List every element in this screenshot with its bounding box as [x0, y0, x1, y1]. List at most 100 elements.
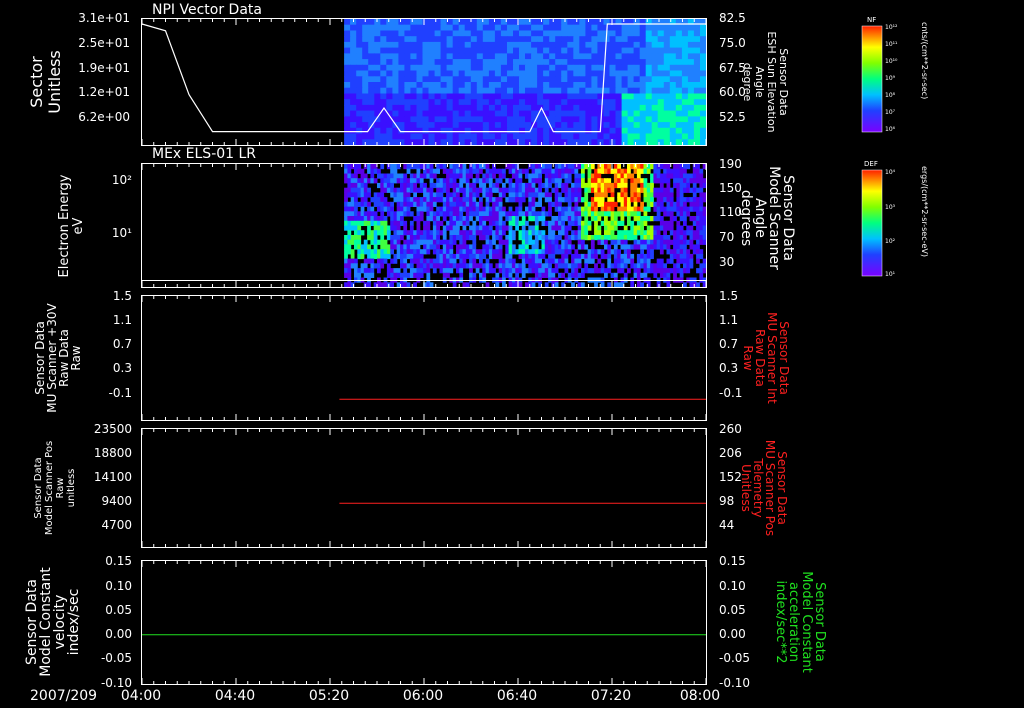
- heatmap-cell: [470, 82, 478, 89]
- panel-title-npi: NPI Vector Data: [152, 2, 262, 18]
- heatmap-cell: [513, 104, 520, 112]
- heatmap-cell: [571, 230, 575, 236]
- heatmap-cell: [495, 235, 500, 241]
- heatmap-cell: [617, 220, 621, 226]
- y2-label: degree: [741, 63, 754, 102]
- heatmap-cell: [406, 211, 411, 217]
- heatmap-cell: [390, 187, 394, 193]
- y2-tick: 70: [719, 230, 734, 244]
- heatmap-cell: [347, 244, 352, 250]
- heatmap-cell: [675, 47, 683, 54]
- heatmap-cell: [403, 220, 408, 226]
- heatmap-cell: [531, 24, 538, 31]
- heatmap-cell: [609, 127, 617, 135]
- heatmap-cell: [607, 201, 612, 207]
- heatmap-cell: [410, 99, 417, 106]
- heatmap-cell: [620, 192, 625, 198]
- heatmap-cell: [584, 182, 589, 189]
- heatmap-cell: [434, 116, 442, 123]
- heatmap-cell: [498, 235, 503, 241]
- heatmap-cell: [630, 263, 635, 269]
- heatmap-cell: [472, 220, 477, 226]
- heatmap-cell: [702, 192, 707, 198]
- heatmap-cell: [362, 122, 369, 129]
- heatmap-cell: [386, 47, 393, 54]
- heatmap-cell: [368, 76, 375, 83]
- heatmap-cell: [511, 173, 516, 179]
- heatmap-cell: [439, 197, 444, 203]
- heatmap-cell: [585, 64, 592, 72]
- heatmap-cell: [502, 187, 506, 193]
- heatmap-cell: [488, 24, 496, 31]
- heatmap-cell: [416, 216, 421, 222]
- heatmap-cell: [600, 206, 605, 212]
- heatmap-cell: [607, 211, 612, 217]
- heatmap-cell: [531, 47, 538, 54]
- heatmap-cell: [347, 235, 352, 241]
- heatmap-cell: [689, 216, 694, 222]
- heatmap-cell: [518, 263, 523, 269]
- heatmap-cell: [693, 122, 701, 129]
- heatmap-cell: [549, 64, 556, 72]
- heatmap-cell: [679, 216, 684, 222]
- heatmap-cell: [410, 127, 417, 135]
- heatmap-cell: [363, 258, 368, 264]
- heatmap-cell: [386, 30, 393, 37]
- heatmap-cell: [383, 201, 388, 207]
- heatmap-cell: [656, 211, 661, 217]
- heatmap-cell: [653, 263, 658, 269]
- heatmap-cell: [633, 99, 641, 106]
- heatmap-cell: [646, 187, 651, 193]
- heatmap-cell: [464, 116, 472, 123]
- heatmap-cell: [609, 41, 617, 49]
- heatmap-cell: [534, 173, 539, 179]
- heatmap-cell: [452, 59, 460, 66]
- heatmap-cell: [594, 253, 598, 260]
- heatmap-cell: [479, 258, 483, 264]
- heatmap-cell: [600, 168, 605, 174]
- heatmap-cell: [476, 99, 484, 106]
- heatmap-cell: [377, 230, 381, 236]
- y-unit: Unitless: [45, 50, 64, 114]
- heatmap-cell: [456, 268, 460, 274]
- heatmap-cell: [643, 253, 648, 260]
- heatmap-cell: [591, 30, 598, 37]
- heatmap-cell: [681, 93, 689, 100]
- heatmap-cell: [350, 82, 357, 89]
- heatmap-cell: [498, 268, 503, 274]
- heatmap-cell: [344, 249, 348, 255]
- y-label: Raw: [55, 477, 66, 498]
- heatmap-cell: [633, 82, 641, 89]
- heatmap-cell: [380, 139, 387, 146]
- heatmap-cell: [696, 178, 700, 184]
- heatmap-cell: [525, 173, 529, 179]
- heatmap-cell: [386, 127, 393, 135]
- heatmap-cell: [398, 59, 405, 66]
- heatmap-cell: [515, 187, 519, 193]
- heatmap-cell: [581, 197, 585, 203]
- heatmap-cell: [409, 201, 414, 207]
- heatmap-cell: [513, 122, 520, 129]
- heatmap-cell: [537, 122, 544, 129]
- heatmap-cell: [534, 178, 539, 184]
- heatmap-cell: [356, 47, 363, 54]
- heatmap-cell: [633, 235, 638, 241]
- heatmap-cell: [561, 258, 565, 264]
- heatmap-cell: [541, 253, 546, 260]
- heatmap-cell: [610, 249, 615, 255]
- heatmap-cell: [356, 99, 363, 106]
- heatmap-cell: [500, 47, 508, 54]
- heatmap-cell: [554, 235, 559, 241]
- heatmap-cell: [620, 258, 625, 264]
- heatmap-cell: [482, 110, 490, 117]
- heatmap-cell: [423, 173, 427, 179]
- heatmap-cell: [525, 133, 532, 140]
- heatmap-cell: [525, 82, 532, 89]
- heatmap-cell: [440, 82, 448, 89]
- heatmap-cell: [392, 41, 399, 49]
- heatmap-cell: [398, 70, 405, 77]
- heatmap-cell: [370, 239, 375, 245]
- heatmap-cell: [692, 182, 697, 189]
- heatmap-cell: [531, 206, 536, 212]
- heatmap-cell: [502, 173, 506, 179]
